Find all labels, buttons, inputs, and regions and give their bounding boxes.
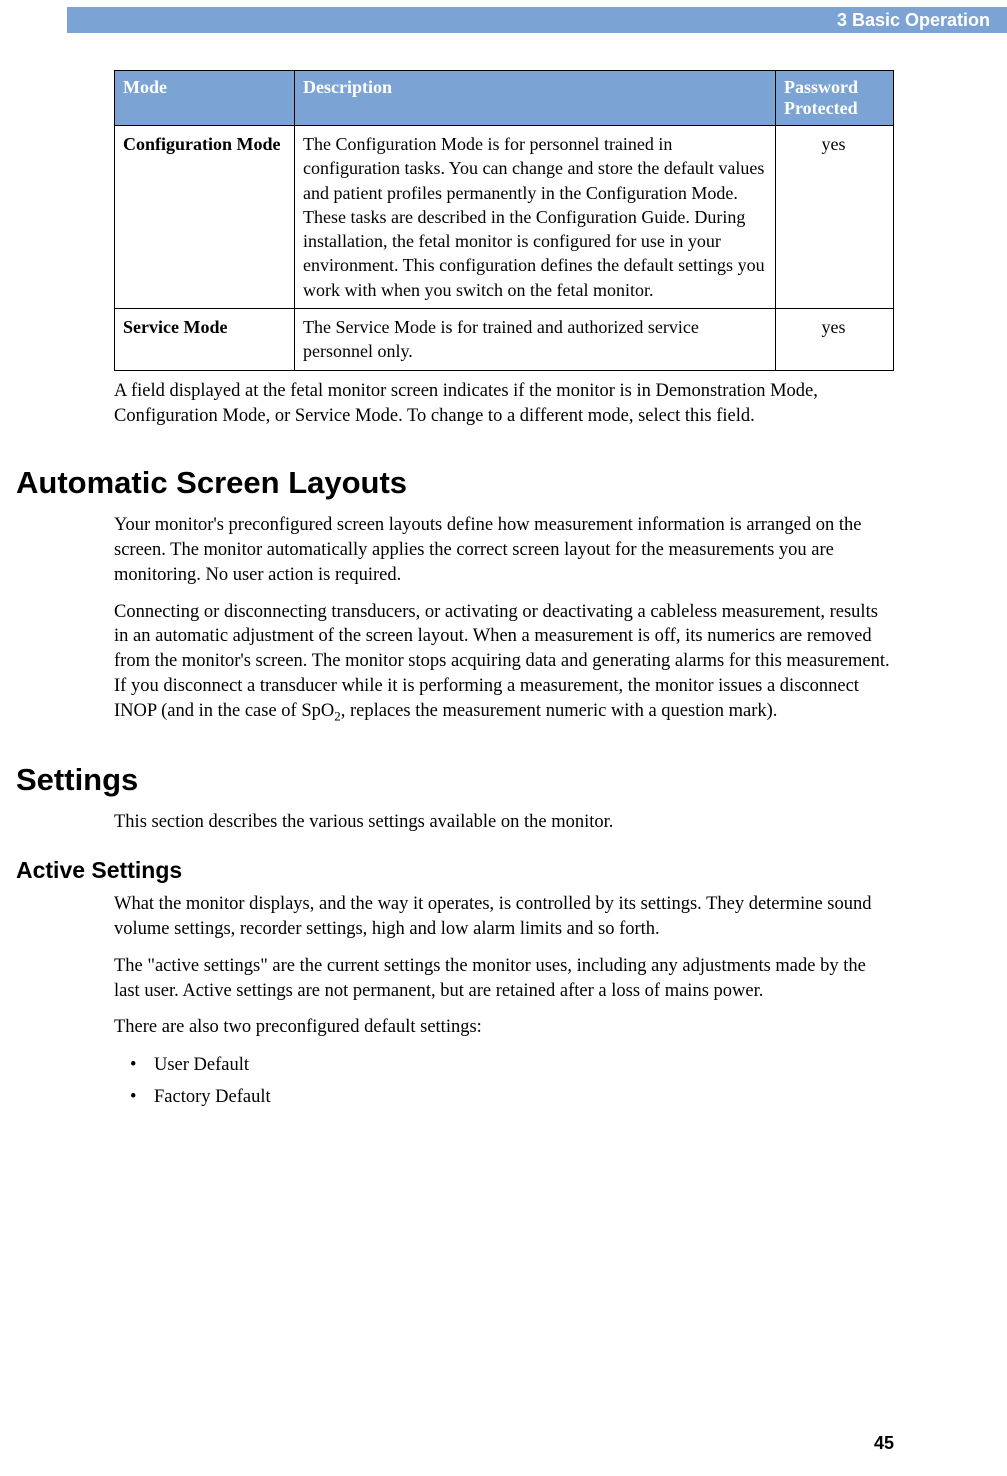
after-table-paragraph: A field displayed at the fetal monitor s… [114,379,894,429]
cell-mode: Configuration Mode [115,126,295,309]
heading-settings: Settings [16,762,894,798]
cell-description: The Configuration Mode is for personnel … [295,126,776,309]
cell-password: yes [776,126,894,309]
heading-automatic-screen-layouts: Automatic Screen Layouts [16,465,894,501]
chapter-title: 3 Basic Operation [837,10,990,31]
cell-description: The Service Mode is for trained and auth… [295,309,776,371]
text-run: , replaces the measurement numeric with … [341,701,778,721]
list-item: Factory Default [136,1082,894,1113]
page-header: 3 Basic Operation [67,7,1007,33]
bullet-list: User Default Factory Default [114,1050,894,1113]
table-row: Configuration Mode The Configuration Mod… [115,126,894,309]
heading-active-settings: Active Settings [16,857,894,884]
paragraph: Connecting or disconnecting transducers,… [114,600,894,726]
table-header-password: Password Protected [776,71,894,126]
list-item: User Default [136,1050,894,1081]
cell-password: yes [776,309,894,371]
paragraph: Your monitor's preconfigured screen layo… [114,513,894,588]
paragraph: What the monitor displays, and the way i… [114,892,894,942]
mode-table: Mode Description Password Protected Conf… [114,70,894,371]
paragraph: There are also two preconfigured default… [114,1015,894,1040]
paragraph: This section describes the various setti… [114,810,894,835]
table-row: Service Mode The Service Mode is for tra… [115,309,894,371]
page-content: Mode Description Password Protected Conf… [114,70,894,1113]
cell-mode: Service Mode [115,309,295,371]
table-header-description: Description [295,71,776,126]
paragraph: The "active settings" are the current se… [114,954,894,1004]
table-header-mode: Mode [115,71,295,126]
page-number: 45 [874,1433,894,1454]
